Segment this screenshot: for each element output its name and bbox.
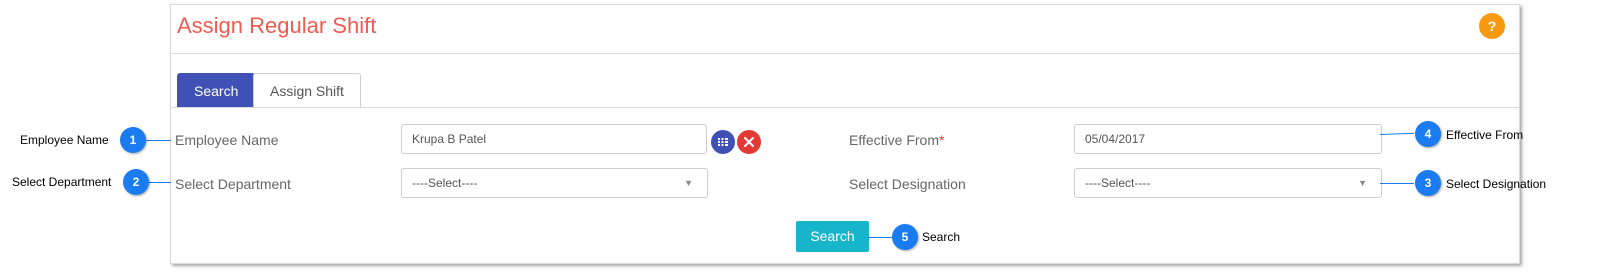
callout-3: 3 (1415, 170, 1441, 196)
help-icon[interactable]: ? (1479, 13, 1505, 39)
annotation-3-text: Select Designation (1446, 177, 1547, 191)
department-select[interactable]: ----Select---- ▼ (401, 168, 708, 198)
annotation-4-text: Effective From (1446, 128, 1524, 142)
designation-select-value: ----Select---- (1085, 176, 1151, 190)
chevron-down-icon: ▼ (684, 178, 693, 188)
callout-4: 4 (1415, 121, 1441, 147)
select-designation-label: Select Designation (849, 176, 966, 192)
annotation-3-line (1380, 183, 1414, 184)
search-button[interactable]: Search (796, 221, 869, 252)
employee-name-label: Employee Name (175, 132, 279, 148)
chevron-down-icon: ▼ (1358, 178, 1367, 188)
tab-divider (171, 107, 1519, 108)
callout-2: 2 (123, 169, 149, 195)
tab-search[interactable]: Search (177, 73, 256, 108)
callout-1: 1 (120, 127, 146, 153)
clear-icon[interactable] (737, 130, 761, 154)
employee-name-field[interactable]: Krupa B Patel (401, 124, 707, 154)
select-department-label: Select Department (175, 176, 291, 192)
annotation-5-text: Search (922, 230, 961, 244)
annotation-1-line (145, 140, 171, 141)
tab-assign-shift[interactable]: Assign Shift (253, 73, 361, 108)
required-marker: * (939, 132, 945, 148)
annotation-2-line (148, 182, 171, 183)
effective-from-field[interactable]: 05/04/2017 (1074, 124, 1382, 154)
department-select-value: ----Select---- (412, 176, 478, 190)
designation-select[interactable]: ----Select---- ▼ (1074, 168, 1382, 198)
page-title: Assign Regular Shift (177, 13, 377, 38)
title-divider (171, 53, 1519, 54)
list-icon[interactable] (711, 130, 735, 154)
annotation-2-text: Select Department (12, 175, 112, 189)
annotation-1-text: Employee Name (20, 133, 109, 147)
assign-regular-shift-panel: Assign Regular Shift ? Search Assign Shi… (170, 4, 1520, 264)
annotation-5-line (868, 237, 892, 238)
effective-from-label: Effective From* (849, 132, 945, 148)
callout-5: 5 (892, 224, 918, 250)
